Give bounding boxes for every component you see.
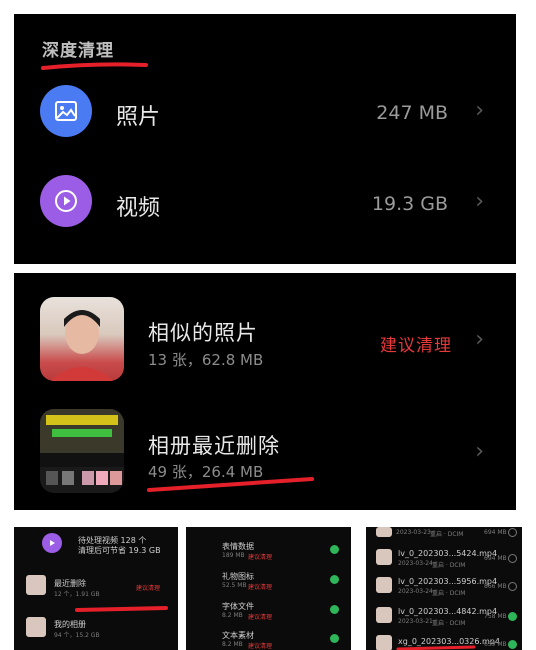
- videos-size: 19.3 GB: [371, 193, 448, 215]
- videos-row[interactable]: 视频 19.3 GB ›: [14, 162, 516, 242]
- video-summary-panel: 待处理视频 128 个 清理后可节省 19.3 GB 最近删除 12 个，1.9…: [14, 527, 178, 650]
- suggest-clean-label: 建议清理: [136, 585, 161, 592]
- play-icon: [42, 533, 62, 553]
- similar-photos-title: 相似的照片: [148, 321, 258, 345]
- item-size: 8.2 MB: [222, 612, 243, 619]
- item-size: 189 MB: [222, 552, 245, 559]
- item-name: lv_0_202303...5956.mp4: [398, 577, 498, 586]
- thumbnail: [26, 575, 46, 595]
- chevron-right-icon: ›: [475, 439, 484, 464]
- similar-photos-subtitle: 13 张，62.8 MB: [148, 351, 264, 369]
- chevron-right-icon: ›: [475, 189, 484, 214]
- checkbox[interactable]: [508, 528, 517, 537]
- item-size: 694 MB: [484, 529, 507, 536]
- item-name: lv_0_202303...4842.mp4: [398, 607, 498, 616]
- item-title: 礼物图标: [222, 572, 254, 581]
- item-size: 639 MB: [484, 641, 507, 648]
- chevron-right-icon: ›: [475, 327, 484, 352]
- red-underline-annotation: [396, 645, 476, 650]
- recently-deleted-thumbnail: [40, 409, 124, 493]
- red-underline-annotation: [147, 477, 314, 492]
- red-underline-annotation: [75, 606, 168, 612]
- item-date: 2023-03-21: [398, 618, 433, 625]
- item-note: 建议清理: [248, 614, 273, 621]
- row-title: 我的相册: [54, 620, 86, 629]
- item-size: 694 MB: [484, 555, 507, 562]
- item-title: 表情数据: [222, 542, 254, 551]
- item-size: 866 MB: [484, 583, 507, 590]
- item-size: 8.2 MB: [222, 641, 243, 648]
- item-note: 建议清理: [248, 554, 273, 561]
- item-size: 52.5 MB: [222, 582, 247, 589]
- deep-clean-panel: 深度清理 照片 247 MB › 视频 19.3 GB ›: [14, 14, 516, 264]
- thumbnail: [376, 607, 392, 623]
- row-subtitle: 94 个，15.2 GB: [54, 632, 100, 639]
- photos-row[interactable]: 照片 247 MB ›: [14, 72, 516, 152]
- checkbox[interactable]: [508, 582, 517, 591]
- video-files-panel: 2023-03-23 重启 · DCIM 694 MB lv_0_202303.…: [366, 527, 522, 650]
- item-meta: 重启 · DCIM: [432, 562, 466, 569]
- checkbox-checked[interactable]: [508, 612, 517, 621]
- chevron-right-icon: ›: [475, 98, 484, 123]
- checkbox[interactable]: [508, 554, 517, 563]
- photo-icon: [40, 85, 92, 137]
- thumbnail: [376, 577, 392, 593]
- pending-savings: 清理后可节省 19.3 GB: [78, 546, 161, 555]
- item-date: 2023-03-24: [398, 560, 433, 567]
- checkbox[interactable]: [330, 545, 339, 554]
- item-meta: 重启 · DCIM: [430, 531, 464, 538]
- item-meta: 重启 · DCIM: [432, 590, 466, 597]
- item-note: 建议清理: [248, 584, 273, 591]
- thumbnail: [26, 617, 46, 637]
- photos-size: 247 MB: [376, 102, 448, 124]
- section-title: 深度清理: [42, 41, 114, 61]
- thumbnail: [376, 549, 392, 565]
- suggest-clean-label: 建议清理: [380, 336, 452, 356]
- play-icon: [40, 175, 92, 227]
- item-title: 文本素材: [222, 631, 254, 640]
- item-size: 758 MB: [484, 613, 507, 620]
- checkbox[interactable]: [330, 605, 339, 614]
- checkbox[interactable]: [330, 575, 339, 584]
- recently-deleted-title: 相册最近删除: [148, 434, 280, 458]
- item-title: 字体文件: [222, 602, 254, 611]
- item-name: lv_0_202303...5424.mp4: [398, 549, 498, 558]
- item-meta: 重启 · DCIM: [432, 620, 466, 627]
- photo-groups-panel: 相似的照片 13 张，62.8 MB 建议清理 › 相册最近删除 49 张，26…: [14, 273, 516, 510]
- checkbox-checked[interactable]: [508, 640, 517, 649]
- item-note: 建议清理: [248, 643, 273, 650]
- photos-label: 照片: [116, 105, 161, 130]
- item-date: 2023-03-23: [396, 529, 431, 536]
- row-title: 最近删除: [54, 579, 86, 588]
- thumbnail: [376, 527, 392, 537]
- similar-photo-thumbnail: [40, 297, 124, 381]
- red-underline-annotation: [41, 62, 148, 70]
- thumbnail: [376, 635, 392, 650]
- row-subtitle: 12 个，1.91 GB: [54, 591, 100, 598]
- checkbox[interactable]: [330, 634, 339, 643]
- videos-label: 视频: [116, 196, 161, 221]
- item-date: 2023-03-24: [398, 588, 433, 595]
- data-clean-panel: 表情数据 189 MB 建议清理 礼物图标 52.5 MB 建议清理 字体文件 …: [186, 527, 351, 650]
